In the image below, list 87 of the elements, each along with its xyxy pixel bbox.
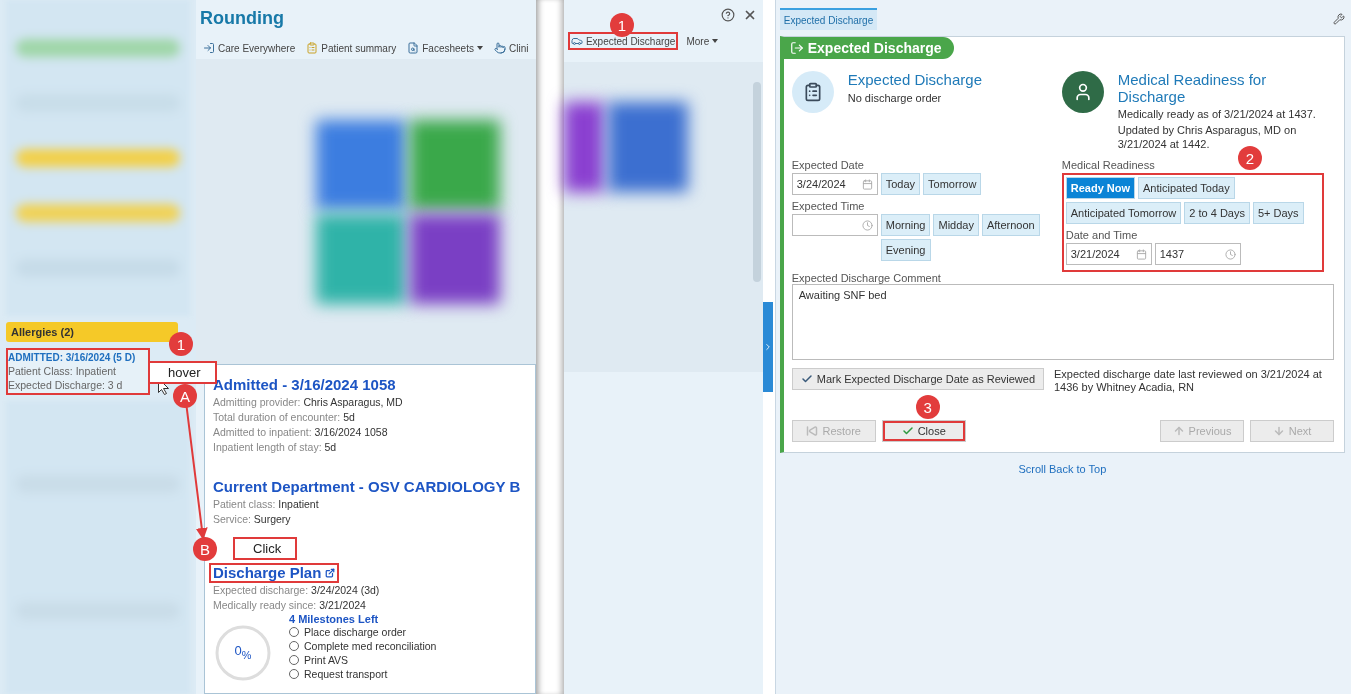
detail-line: Medically ready since: 3/21/2024 <box>212 598 367 613</box>
summary-text: No discharge order <box>847 91 943 105</box>
caret-icon <box>712 39 719 43</box>
button-icon <box>901 425 914 437</box>
activity-title: Rounding <box>199 8 285 29</box>
toolbar-button[interactable]: Clini <box>490 39 532 57</box>
admission-card[interactable]: ADMITTED: 3/16/2024 (5 D) Patient Class: Inpatient Expected Discharge: 3 d <box>6 348 150 395</box>
toolbar-icon <box>407 42 420 54</box>
detail-line: Admitting provider: Chris Asparagus, MD <box>212 395 404 410</box>
toolbar-icon <box>493 42 506 54</box>
toolbar-icon <box>570 35 583 47</box>
field-label: Expected Discharge Comment <box>791 272 942 284</box>
detail-line: Patient class: Inpatient <box>212 497 320 512</box>
mark-reviewed-button[interactable]: Mark Expected Discharge Date as Reviewed <box>791 368 1044 390</box>
detail-line: Inpatient length of stay: 5d <box>212 440 338 455</box>
radio-circle[interactable] <box>288 641 299 651</box>
scroll-to-top-link[interactable]: Scroll Back to Top <box>1018 463 1107 475</box>
footer-button[interactable]: Close <box>881 420 966 442</box>
field-label: Date and Time <box>1065 229 1139 241</box>
toolbar-icon <box>202 42 215 54</box>
section-title: Current Department - OSV CARDIOLOGY B <box>211 477 522 497</box>
toolbar-button[interactable]: Facesheets <box>404 39 486 57</box>
caret-icon <box>476 46 483 50</box>
admission-title: ADMITTED: 3/16/2024 (5 D) <box>8 352 137 363</box>
toolbar-button[interactable]: Care Everywhere <box>199 39 299 57</box>
help-icon[interactable] <box>720 8 735 22</box>
button-icon <box>1272 425 1285 437</box>
time-field[interactable]: 1437 <box>1154 243 1241 265</box>
readiness-option[interactable]: Anticipated Tomorrow <box>1065 202 1182 224</box>
callout-note: Click <box>233 537 298 560</box>
callout-note: hover <box>148 361 217 384</box>
milestone-label: Complete med reconciliation <box>303 639 437 653</box>
summary-title: Medical Readiness for Discharge <box>1117 71 1268 105</box>
comment-field[interactable]: Awaiting SNF bed <box>791 284 1334 360</box>
person-icon <box>1061 71 1104 113</box>
detail-line: Expected discharge: 3/24/2024 (3d) <box>212 583 381 598</box>
detail-line: Total duration of encounter: 5d <box>212 410 356 425</box>
card-header: Expected Discharge <box>783 37 954 59</box>
readiness-option[interactable]: 5+ Days <box>1252 202 1304 224</box>
quick-pick-button[interactable]: Morning <box>880 214 931 236</box>
field-label: Expected Time <box>791 200 866 212</box>
calendar-icon <box>861 178 873 190</box>
review-note: Expected discharge date last reviewed on 3/21/2024 at 1436 by Whitney Acadia, RN <box>1054 368 1323 394</box>
readiness-option[interactable]: Anticipated Today <box>1138 177 1235 199</box>
date-field[interactable]: 3/24/2024 <box>791 173 878 195</box>
step-badge: 3 <box>915 395 940 419</box>
toolbar-icon <box>306 42 319 54</box>
allergies-banner[interactable]: Allergies (2) <box>6 322 178 342</box>
readiness-option[interactable]: Ready Now <box>1065 177 1136 199</box>
external-link-icon <box>325 567 336 578</box>
clock-icon <box>861 219 873 231</box>
readiness-option[interactable]: 2 to 4 Days <box>1184 202 1250 224</box>
date-field[interactable]: 3/21/2024 <box>1065 243 1152 265</box>
admission-detail: Expected Discharge: 3 d <box>8 379 124 391</box>
radio-circle[interactable] <box>288 655 299 665</box>
exit-icon <box>789 41 804 55</box>
clipboard-icon <box>791 71 834 113</box>
quick-pick-button[interactable]: Midday <box>933 214 979 236</box>
milestones-title: 4 Milestones Left <box>288 613 380 625</box>
milestone-label: Request transport <box>303 667 388 681</box>
milestone-label: Print AVS <box>303 653 349 667</box>
toolbar-button[interactable]: Patient summary <box>303 39 400 57</box>
radio-circle[interactable] <box>288 627 299 637</box>
milestone-label: Place discharge order <box>303 625 407 639</box>
toolbar-button[interactable]: More <box>683 32 722 50</box>
panel-tab[interactable]: Expected Discharge <box>779 8 878 30</box>
check-icon <box>800 373 813 385</box>
collapse-handle[interactable] <box>762 302 773 392</box>
quick-pick-button[interactable]: Today <box>880 173 921 195</box>
detail-line: Admitted to inpatient: 3/16/2024 1058 <box>212 425 389 440</box>
progress-percent: 0$_{%}$ <box>233 643 253 661</box>
summary-text: Medically ready as of 3/21/2024 at 1437. <box>1117 107 1317 121</box>
quick-pick-button[interactable]: Tomorrow <box>923 173 982 195</box>
button-icon <box>1172 425 1185 437</box>
radio-circle[interactable] <box>288 669 299 679</box>
summary-title: Expected Discharge <box>847 71 982 88</box>
detail-line: Service: Surgery <box>212 512 292 527</box>
wrench-icon[interactable] <box>1333 13 1345 25</box>
time-field[interactable] <box>791 214 878 236</box>
discharge-plan-link[interactable]: Discharge Plan <box>208 563 340 583</box>
clock-icon <box>1224 248 1236 260</box>
button-icon <box>806 425 819 437</box>
calendar-icon <box>1135 248 1147 260</box>
admission-detail: Patient Class: Inpatient <box>8 365 117 377</box>
quick-pick-button[interactable]: Evening <box>880 239 931 261</box>
quick-pick-button[interactable]: Afternoon <box>981 214 1040 236</box>
field-label: Expected Date <box>791 159 865 171</box>
